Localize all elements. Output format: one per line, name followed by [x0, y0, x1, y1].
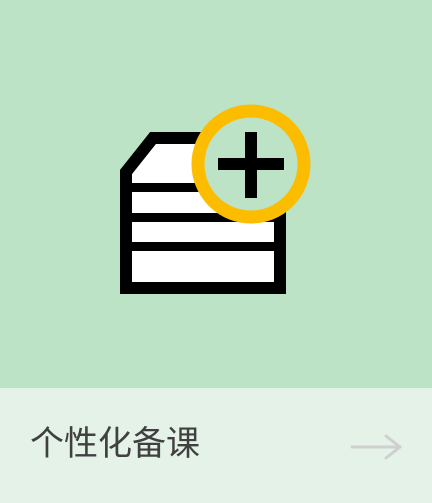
card-title: 个性化备课 — [30, 424, 200, 464]
card-illustration — [0, 0, 432, 388]
document-stack-add-icon — [120, 104, 311, 294]
arrow-right-icon[interactable] — [350, 432, 404, 462]
personalized-lesson-prep-card[interactable]: 个性化备课 — [0, 0, 432, 503]
card-footer: 个性化备课 — [0, 388, 432, 503]
